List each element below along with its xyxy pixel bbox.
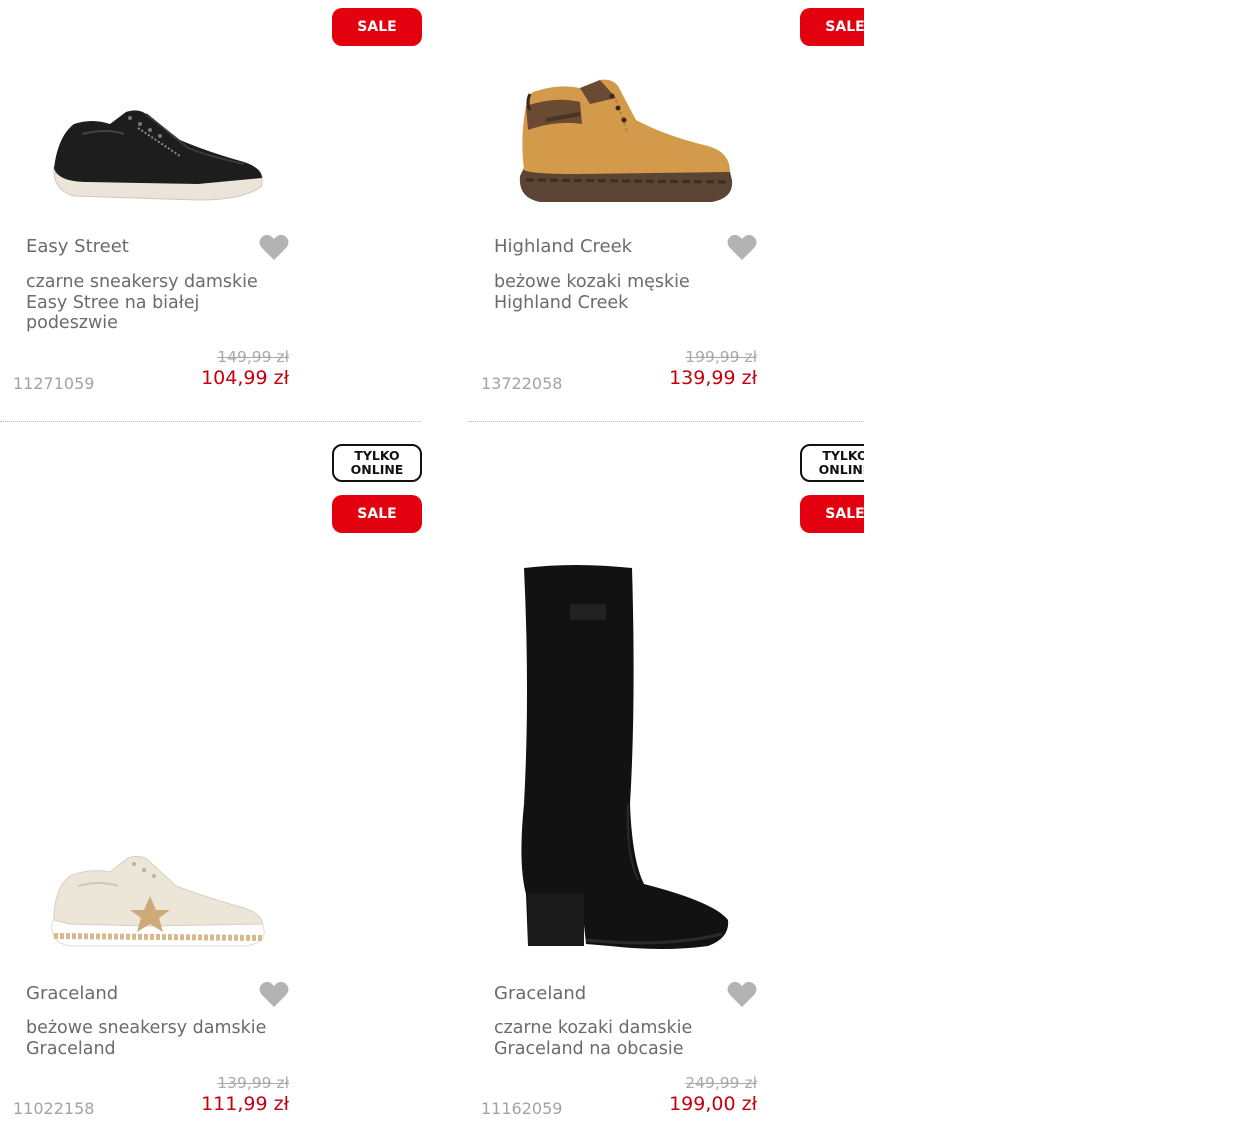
old-price: 149,99 zł — [217, 348, 289, 366]
old-price: 199,99 zł — [685, 348, 757, 366]
price-box: 149,99 zł 104,99 zł — [89, 348, 289, 398]
product-title[interactable]: czarne kozaki damskie Graceland na obcas… — [494, 1018, 764, 1059]
heart-icon[interactable] — [727, 980, 757, 1008]
online-only-badge: TYLKO ONLINE — [800, 444, 864, 482]
tan-boot-icon[interactable] — [516, 76, 736, 206]
black-tall-boot-icon[interactable] — [514, 564, 734, 954]
product-sku: 11271059 — [13, 374, 95, 393]
current-price: 199,00 zł — [669, 1093, 757, 1115]
old-price: 249,99 zł — [685, 1074, 757, 1092]
product-card[interactable]: TYLKO ONLINE SALE Graceland czarne kozak… — [468, 424, 864, 1136]
price-box: 139,99 zł 111,99 zł — [89, 1074, 289, 1124]
black-sneaker-icon[interactable] — [48, 104, 268, 206]
heart-icon[interactable] — [259, 980, 289, 1008]
sale-badge: SALE — [800, 495, 864, 533]
product-title[interactable]: beżowe kozaki męskie Highland Creek — [494, 272, 764, 313]
product-brand: Graceland — [26, 983, 119, 1004]
current-price: 111,99 zł — [201, 1093, 289, 1115]
sale-badge: SALE — [332, 495, 422, 533]
current-price: 104,99 zł — [201, 367, 289, 389]
price-box: 199,99 zł 139,99 zł — [557, 348, 757, 398]
product-sku: 11022158 — [13, 1099, 95, 1118]
product-brand: Highland Creek — [494, 236, 633, 257]
product-title[interactable]: beżowe sneakersy damskie Graceland — [26, 1018, 296, 1059]
online-only-badge: TYLKO ONLINE — [332, 444, 422, 482]
divider — [0, 421, 420, 422]
sale-badge: SALE — [332, 8, 422, 46]
beige-sneaker-icon[interactable] — [48, 852, 268, 952]
current-price: 139,99 zł — [669, 367, 757, 389]
heart-icon[interactable] — [727, 233, 757, 261]
heart-icon[interactable] — [259, 233, 289, 261]
product-card[interactable]: TYLKO ONLINE SALE Graceland beżowe sneak… — [0, 424, 422, 1136]
product-grid: SALE Easy Street czarne sneakersy damski… — [0, 0, 864, 1136]
price-box: 249,99 zł 199,00 zł — [557, 1074, 757, 1124]
product-brand: Easy Street — [26, 236, 129, 257]
product-sku: 13722058 — [481, 374, 563, 393]
product-sku: 11162059 — [481, 1099, 563, 1118]
product-card[interactable]: SALE Highland Creek beżowe kozaki męskie… — [468, 0, 864, 422]
product-brand: Graceland — [494, 983, 587, 1004]
product-title[interactable]: czarne sneakersy damskie Easy Stree na b… — [26, 272, 296, 334]
sale-badge: SALE — [800, 8, 864, 46]
divider — [468, 421, 864, 422]
product-card[interactable]: SALE Easy Street czarne sneakersy damski… — [0, 0, 422, 422]
old-price: 139,99 zł — [217, 1074, 289, 1092]
